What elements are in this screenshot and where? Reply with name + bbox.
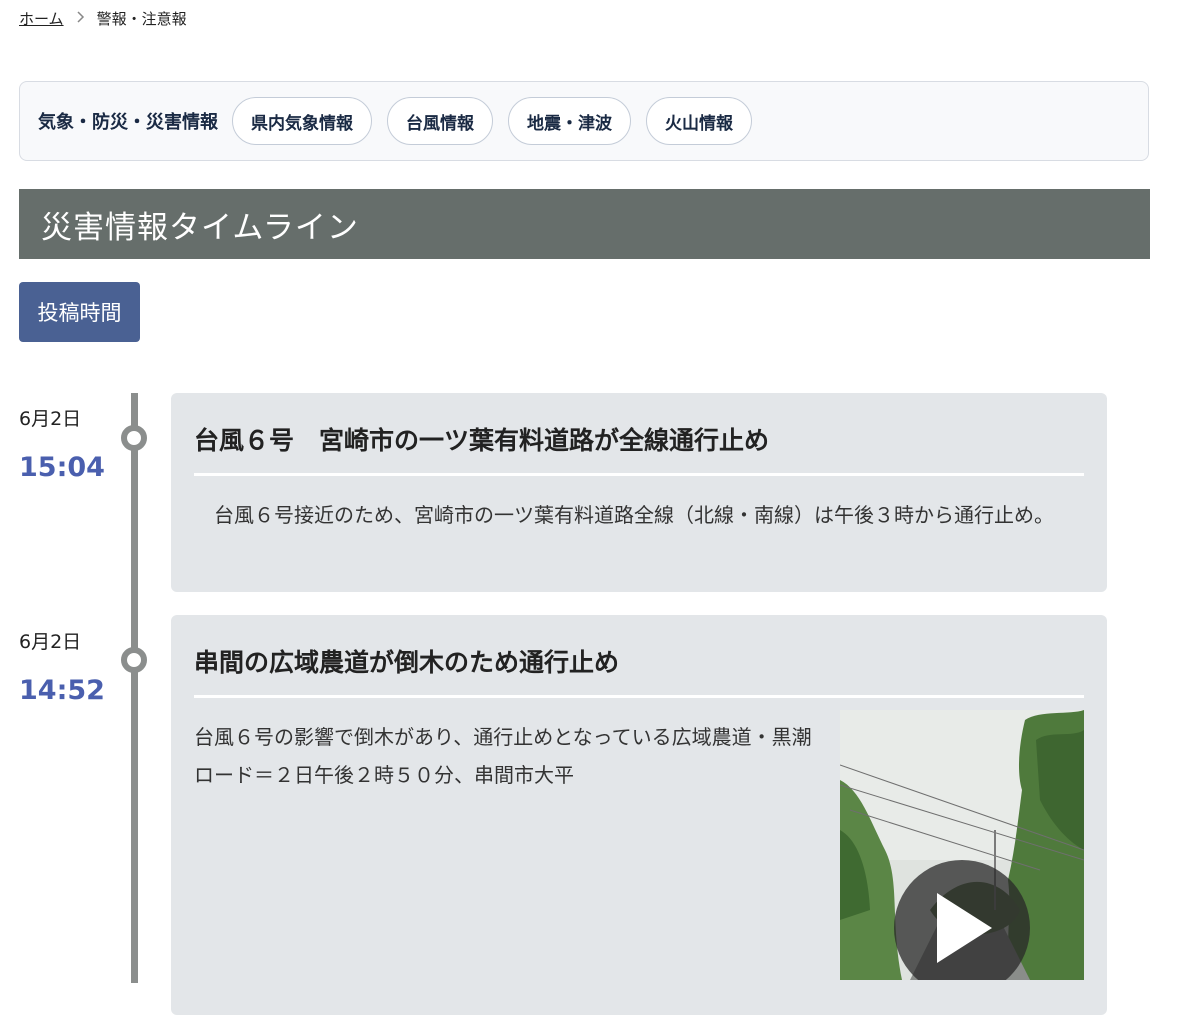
- timeline-line: [131, 393, 138, 983]
- category-pill-volcano[interactable]: 火山情報: [646, 97, 752, 145]
- category-pill-typhoon[interactable]: 台風情報: [387, 97, 493, 145]
- category-pill-earthquake[interactable]: 地震・津波: [508, 97, 631, 145]
- timeline-card-body: 台風６号の影響で倒木があり、通行止めとなっている広域農道・黒潮ロード＝２日午後２…: [194, 725, 812, 787]
- breadcrumb: ホーム 警報・注意報: [19, 8, 187, 29]
- timeline-date: 6月2日: [19, 408, 82, 430]
- timeline-date: 6月2日: [19, 631, 82, 653]
- category-bar: 気象・防災・災害情報 県内気象情報 台風情報 地震・津波 火山情報: [19, 81, 1149, 161]
- breadcrumb-current: 警報・注意報: [96, 10, 187, 28]
- timeline-card[interactable]: 台風６号 宮崎市の一ツ葉有料道路が全線通行止め 台風６号接近のため、宮崎市の一ツ…: [171, 393, 1107, 592]
- category-pill-weather[interactable]: 県内気象情報: [232, 97, 372, 145]
- chevron-right-icon: [76, 10, 85, 27]
- timeline-card-title[interactable]: 串間の広域農道が倒木のため通行止め: [194, 615, 1084, 698]
- video-thumbnail[interactable]: [840, 710, 1084, 980]
- timeline-card-body: 台風６号接近のため、宮崎市の一ツ葉有料道路全線（北線・南線）は午後３時から通行止…: [194, 503, 1054, 527]
- breadcrumb-home-link[interactable]: ホーム: [19, 8, 64, 29]
- timeline-dot: [121, 425, 147, 451]
- category-bar-title: 気象・防災・災害情報: [38, 112, 218, 133]
- timeline-time: 14:52: [19, 675, 105, 706]
- timeline-card[interactable]: 串間の広域農道が倒木のため通行止め 台風６号の影響で倒木があり、通行止めとなって…: [171, 615, 1107, 1015]
- timeline-time: 15:04: [19, 452, 105, 483]
- timeline-card-title[interactable]: 台風６号 宮崎市の一ツ葉有料道路が全線通行止め: [194, 393, 1084, 476]
- page-title: 災害情報タイムライン: [19, 189, 1150, 259]
- timeline-dot: [121, 647, 147, 673]
- sort-by-time-button[interactable]: 投稿時間: [19, 282, 140, 342]
